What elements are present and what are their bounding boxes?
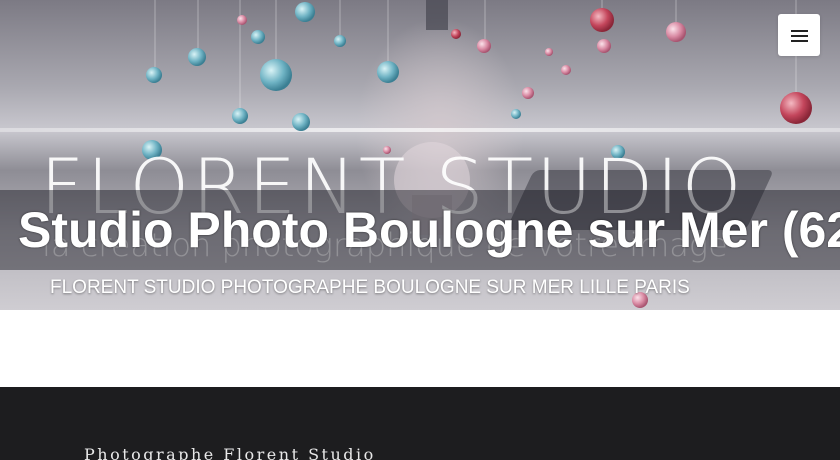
hero-banner: FLORENT STUDIO la création photographiqu… (0, 0, 840, 310)
page-subtitle: FLORENT STUDIO PHOTOGRAPHE BOULOGNE SUR … (50, 277, 690, 298)
footer-site-name: Photographe Florent Studio (84, 445, 376, 460)
site-footer: Photographe Florent Studio (0, 387, 840, 460)
page-title: Studio Photo Boulogne sur Mer (62) (18, 202, 840, 258)
hamburger-menu-icon (790, 29, 808, 42)
menu-toggle-button[interactable] (778, 14, 820, 56)
